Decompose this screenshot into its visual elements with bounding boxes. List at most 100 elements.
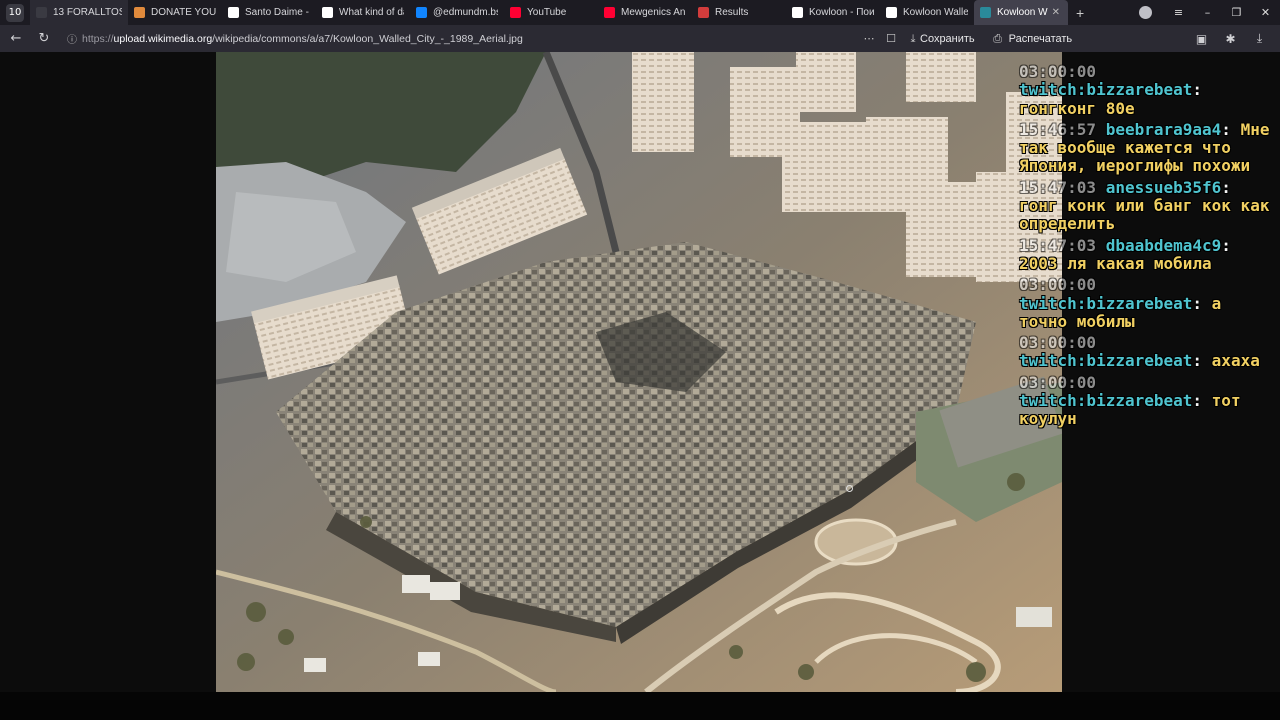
reload-icon[interactable]: ↻ bbox=[30, 31, 58, 46]
page-actions: ⋯ ☐ ⤓ Сохранить ⎙ Распечатать bbox=[858, 25, 1073, 52]
tab-label: YouTube bbox=[527, 7, 567, 18]
tab-label: What kind of da bbox=[339, 7, 404, 18]
tab-label: Mewgenics Anim bbox=[621, 7, 686, 18]
chat-username: anessueb35f6 bbox=[1105, 177, 1222, 197]
cookie-favicon bbox=[134, 7, 145, 18]
google-favicon bbox=[792, 7, 803, 18]
tab-1[interactable]: DONATE YOUR bbox=[128, 0, 222, 25]
tab-label: Kowloon - Поис bbox=[809, 7, 874, 18]
youtube-favicon bbox=[510, 7, 521, 18]
download-icon: ⤓ bbox=[910, 31, 916, 45]
results-favicon bbox=[698, 7, 709, 18]
downloads-icon[interactable]: ⤓ bbox=[1245, 31, 1274, 46]
chat-username: twitch:bizzarebeat bbox=[1019, 391, 1193, 411]
save-button[interactable]: ⤓ Сохранить bbox=[906, 32, 975, 46]
toolbar-right: ▣ ✱ ⤓ bbox=[1187, 25, 1274, 52]
tab-10[interactable]: Kowloon W ✕ bbox=[974, 0, 1068, 25]
tab-7[interactable]: Results bbox=[692, 0, 786, 25]
mouse-cursor-icon bbox=[846, 485, 853, 492]
bookmark-icon[interactable]: ☐ bbox=[880, 32, 902, 45]
chat-username: dbaabdema4c9 bbox=[1105, 235, 1222, 255]
profile-avatar[interactable] bbox=[1139, 6, 1152, 19]
chat-username: twitch:bizzarebeat bbox=[1019, 351, 1193, 371]
tab-9[interactable]: Kowloon Walled bbox=[880, 0, 974, 25]
minimize-icon[interactable]: – bbox=[1193, 6, 1222, 19]
extensions-icon[interactable]: ✱ bbox=[1216, 32, 1245, 46]
chat-timestamp: 15:47:03 bbox=[1019, 235, 1097, 255]
tab-label: Kowloon Walled bbox=[903, 7, 968, 18]
chat-timestamp: 03:00:00 bbox=[1019, 62, 1097, 81]
bluesky-favicon bbox=[416, 7, 427, 18]
chat-message: 15:47:03 anessueb35f6: гонг конк или бан… bbox=[1019, 177, 1277, 234]
new-tab-icon[interactable]: + bbox=[1076, 5, 1084, 21]
stream-chat-overlay: 03:00:00 twitch:bizzarebeat: гонгконг 80… bbox=[1019, 62, 1277, 432]
save-label: Сохранить bbox=[920, 32, 975, 45]
wikipedia-favicon bbox=[886, 7, 897, 18]
chat-separator: : bbox=[1192, 293, 1203, 313]
tab-6[interactable]: Mewgenics Anim bbox=[598, 0, 692, 25]
tab-8[interactable]: Kowloon - Поис bbox=[786, 0, 880, 25]
chat-separator: : bbox=[1221, 177, 1231, 197]
chat-username: beebrara9aa4 bbox=[1105, 119, 1222, 139]
tab-label: Results bbox=[715, 7, 749, 18]
tab-5[interactable]: YouTube bbox=[504, 0, 598, 25]
tab-2[interactable]: Santo Daime - W bbox=[222, 0, 316, 25]
chat-timestamp: 15:46:57 bbox=[1019, 119, 1097, 139]
tab-group-icon bbox=[36, 7, 47, 18]
back-icon[interactable]: ← bbox=[2, 31, 30, 46]
chat-timestamp: 03:00:00 bbox=[1019, 333, 1097, 353]
url-host: upload.wikimedia.org bbox=[113, 32, 213, 45]
chat-timestamp: 15:47:03 bbox=[1019, 177, 1097, 197]
tab-bar: 10 13 FORALLTOSEE DONATE YOUR Santo Daime … bbox=[0, 0, 1280, 25]
site-info-icon[interactable]: ⓘ bbox=[62, 31, 82, 46]
chat-text: гонг конк или банг кок как определить bbox=[1019, 196, 1270, 234]
youtube-favicon bbox=[604, 7, 615, 18]
print-icon: ⎙ bbox=[993, 31, 1003, 45]
chat-text: ахаха bbox=[1211, 351, 1260, 371]
wikimedia-favicon bbox=[980, 7, 991, 18]
wikipedia-favicon bbox=[228, 7, 239, 18]
chat-text: 2003 ля какая мобила bbox=[1019, 253, 1212, 273]
url-scheme: https:// bbox=[82, 32, 114, 45]
window-controls: ≡ – ❐ ✕ bbox=[1139, 0, 1280, 25]
restore-icon[interactable]: ❐ bbox=[1222, 6, 1251, 19]
screenshot-icon[interactable]: ▣ bbox=[1187, 32, 1216, 46]
chat-message: 03:00:00 twitch:bizzarebeat: ахаха bbox=[1019, 334, 1277, 371]
tab-label: Kowloon W bbox=[997, 7, 1048, 18]
aerial-photo-illustration bbox=[216, 52, 1062, 692]
wikipedia-favicon bbox=[322, 7, 333, 18]
tab-0[interactable]: 13 FORALLTOSEE bbox=[30, 0, 128, 25]
chat-timestamp: 03:00:00 bbox=[1019, 372, 1097, 392]
tab-label: 13 FORALLTOSEE bbox=[53, 7, 122, 18]
chat-text: гонгконг 80е bbox=[1019, 98, 1135, 118]
image-viewer: 03:00:00 twitch:bizzarebeat: гонгконг 80… bbox=[0, 52, 1280, 692]
tab-label: Santo Daime - W bbox=[245, 7, 310, 18]
chat-message: 03:00:00 twitch:bizzarebeat: тот коулун bbox=[1019, 372, 1277, 429]
chat-username: twitch:bizzarebeat bbox=[1019, 80, 1193, 100]
tab-3[interactable]: What kind of da bbox=[316, 0, 410, 25]
chat-separator: : bbox=[1192, 391, 1203, 411]
navigation-toolbar: ← ↻ ⓘ https://upload.wikimedia.org/wikip… bbox=[0, 25, 1280, 52]
print-button[interactable]: ⎙ Распечатать bbox=[987, 32, 1072, 46]
tab-label: DONATE YOUR bbox=[151, 7, 216, 18]
kowloon-aerial-photo[interactable] bbox=[216, 52, 1062, 692]
chat-timestamp: 03:00:00 bbox=[1019, 275, 1097, 295]
chat-message: 15:46:57 beebrara9aa4: Мне так вообще ка… bbox=[1019, 119, 1277, 176]
close-tab-icon[interactable]: ✕ bbox=[1052, 7, 1060, 18]
chat-separator: : bbox=[1192, 351, 1203, 371]
url-path: /wikipedia/commons/a/a7/Kowloon_Walled_C… bbox=[212, 32, 523, 45]
url-bar[interactable]: ⓘ https://upload.wikimedia.org/wikipedia… bbox=[62, 28, 902, 49]
menu-icon[interactable]: ≡ bbox=[1164, 6, 1193, 19]
tab-4[interactable]: @edmundm.bs bbox=[410, 0, 504, 25]
bottom-strip bbox=[0, 692, 1280, 720]
chat-message: 15:47:03 dbaabdema4c9: 2003 ля какая моб… bbox=[1019, 235, 1277, 274]
close-window-icon[interactable]: ✕ bbox=[1251, 6, 1280, 19]
more-actions-icon[interactable]: ⋯ bbox=[858, 32, 880, 45]
chat-separator: : bbox=[1221, 119, 1231, 139]
tab-label: @edmundm.bs bbox=[433, 7, 498, 18]
chat-message: 03:00:00 twitch:bizzarebeat: гонгконг 80… bbox=[1019, 62, 1277, 118]
workspace-badge[interactable]: 10 bbox=[6, 3, 24, 22]
print-label: Распечатать bbox=[1008, 32, 1073, 45]
chat-message: 03:00:00 twitch:bizzarebeat: а точно моб… bbox=[1019, 276, 1277, 331]
chat-username: twitch:bizzarebeat bbox=[1019, 293, 1193, 313]
